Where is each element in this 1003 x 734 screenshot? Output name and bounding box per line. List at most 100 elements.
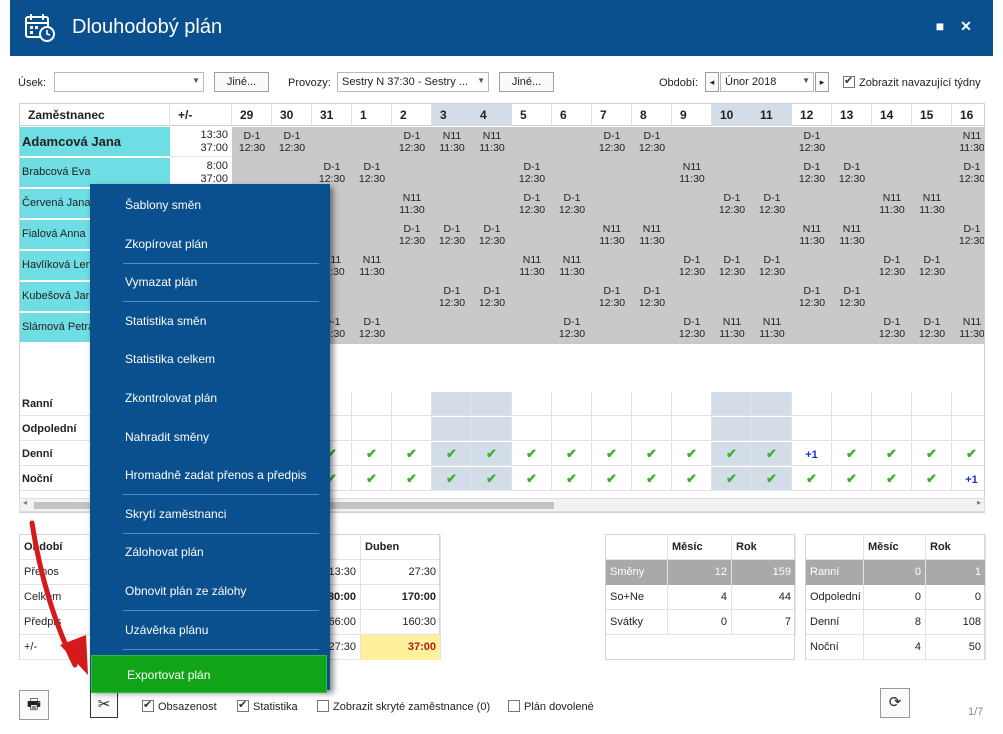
shift-cell[interactable]: D-1 12:30: [432, 223, 472, 247]
shift-cell[interactable]: N11 11:30: [432, 130, 472, 154]
day-header[interactable]: 5: [512, 104, 552, 126]
vacation-plan-checkbox[interactable]: Plán dovolené: [508, 700, 594, 713]
shift-cell[interactable]: N11 11:30: [792, 223, 832, 247]
shift-cell[interactable]: N11 11:30: [952, 316, 984, 340]
close-button[interactable]: ✕: [958, 18, 974, 34]
shift-cell[interactable]: D-1 12:30: [392, 130, 432, 154]
shift-cell[interactable]: D-1 12:30: [872, 254, 912, 278]
shift-cell[interactable]: D-1 12:30: [512, 192, 552, 216]
day-header[interactable]: 12: [792, 104, 832, 126]
shift-cell[interactable]: D-1 12:30: [712, 192, 752, 216]
shift-cell[interactable]: D-1 12:30: [632, 130, 672, 154]
day-header[interactable]: 14: [872, 104, 912, 126]
shift-cell[interactable]: N11 11:30: [712, 316, 752, 340]
shift-cell[interactable]: N11 11:30: [912, 192, 952, 216]
shift-cell[interactable]: D-1 12:30: [792, 161, 832, 185]
shift-cell[interactable]: N11 11:30: [352, 254, 392, 278]
shift-cell[interactable]: D-1 12:30: [632, 285, 672, 309]
shift-cell[interactable]: D-1 12:30: [352, 161, 392, 185]
shift-cell[interactable]: D-1 12:30: [552, 192, 592, 216]
menu-item[interactable]: Exportovat plán: [91, 655, 327, 694]
obdobi-select[interactable]: Únor 2018 ▼: [720, 72, 814, 92]
next-period-button[interactable]: ▸: [815, 72, 829, 92]
shift-cell[interactable]: N11 11:30: [472, 130, 512, 154]
shift-cell[interactable]: D-1 12:30: [832, 285, 872, 309]
column-employee[interactable]: Zaměstnanec: [20, 104, 170, 126]
arrow-right-icon[interactable]: ▸: [977, 498, 981, 507]
shift-cell[interactable]: N11 11:30: [552, 254, 592, 278]
hidden-employees-checkbox[interactable]: Zobrazit skryté zaměstnance (0): [317, 700, 490, 713]
shift-cell[interactable]: N11 11:30: [832, 223, 872, 247]
shift-cell[interactable]: D-1 12:30: [472, 223, 512, 247]
maximize-button[interactable]: ■: [932, 18, 948, 34]
day-header[interactable]: 13: [832, 104, 872, 126]
shift-cell[interactable]: D-1 12:30: [552, 316, 592, 340]
shift-cell[interactable]: D-1 12:30: [712, 254, 752, 278]
shift-cell[interactable]: D-1 12:30: [792, 285, 832, 309]
arrow-left-icon[interactable]: ◂: [23, 498, 27, 507]
shift-cell[interactable]: D-1 12:30: [672, 316, 712, 340]
shift-cell[interactable]: N11 11:30: [952, 130, 984, 154]
menu-item[interactable]: Statistika směn: [90, 302, 330, 340]
day-header[interactable]: 31: [312, 104, 352, 126]
shift-cell[interactable]: D-1 12:30: [872, 316, 912, 340]
menu-item[interactable]: Vymazat plán: [90, 263, 330, 301]
shift-cell[interactable]: D-1 12:30: [672, 254, 712, 278]
shift-cell[interactable]: D-1 12:30: [312, 161, 352, 185]
obsazenost-checkbox[interactable]: Obsazenost: [142, 698, 217, 713]
shift-cell[interactable]: D-1 12:30: [792, 130, 832, 154]
day-header[interactable]: 3: [432, 104, 472, 126]
shift-cell[interactable]: D-1 12:30: [952, 223, 984, 247]
menu-item[interactable]: Šablony směn: [90, 186, 330, 224]
shift-cell[interactable]: D-1 12:30: [352, 316, 392, 340]
day-header[interactable]: 6: [552, 104, 592, 126]
tools-button[interactable]: ✂: [90, 690, 118, 718]
day-header[interactable]: 8: [632, 104, 672, 126]
refresh-button[interactable]: ⟳: [880, 688, 910, 718]
shift-cell[interactable]: N11 11:30: [632, 223, 672, 247]
menu-item[interactable]: Zkontrolovat plán: [90, 379, 330, 417]
day-header[interactable]: 16: [952, 104, 984, 126]
shift-cell[interactable]: D-1 12:30: [952, 161, 984, 185]
provozy-other-button[interactable]: Jiné...: [499, 72, 554, 92]
show-weeks-checkbox[interactable]: Zobrazit navazující týdny: [843, 74, 981, 89]
shift-cell[interactable]: D-1 12:30: [272, 130, 312, 154]
day-header[interactable]: 4: [472, 104, 512, 126]
day-header[interactable]: 2: [392, 104, 432, 126]
shift-cell[interactable]: D-1 12:30: [912, 254, 952, 278]
provozy-select[interactable]: Sestry N 37:30 - Sestry ... ▼: [337, 72, 489, 92]
shift-cell[interactable]: D-1 12:30: [432, 285, 472, 309]
usek-other-button[interactable]: Jiné...: [214, 72, 269, 92]
shift-cell[interactable]: D-1 12:30: [592, 285, 632, 309]
day-header[interactable]: 11: [752, 104, 792, 126]
menu-item[interactable]: Nahradit směny: [90, 418, 330, 456]
shift-cell[interactable]: N11 11:30: [512, 254, 552, 278]
shift-cell[interactable]: D-1 12:30: [512, 161, 552, 185]
shift-cell[interactable]: D-1 12:30: [232, 130, 272, 154]
shift-cell[interactable]: D-1 12:30: [592, 130, 632, 154]
menu-item[interactable]: Obnovit plán ze zálohy: [90, 572, 330, 610]
shift-cell[interactable]: N11 11:30: [392, 192, 432, 216]
shift-cell[interactable]: N11 11:30: [592, 223, 632, 247]
menu-item[interactable]: Uzávěrka plánu: [90, 611, 330, 649]
menu-item[interactable]: Statistika celkem: [90, 340, 330, 378]
shift-cell[interactable]: N11 11:30: [752, 316, 792, 340]
day-header[interactable]: 1: [352, 104, 392, 126]
statistika-checkbox[interactable]: Statistika: [237, 698, 298, 713]
shift-cell[interactable]: D-1 12:30: [752, 192, 792, 216]
day-header[interactable]: 9: [672, 104, 712, 126]
column-plus-minus[interactable]: +/-: [170, 104, 232, 126]
shift-cell[interactable]: D-1 12:30: [392, 223, 432, 247]
menu-item[interactable]: Hromadně zadat přenos a předpis: [90, 456, 330, 494]
shift-cell[interactable]: D-1 12:30: [752, 254, 792, 278]
usek-select[interactable]: ▼: [54, 72, 204, 92]
menu-item[interactable]: Zálohovat plán: [90, 533, 330, 571]
shift-cell[interactable]: D-1 12:30: [832, 161, 872, 185]
shift-cell[interactable]: D-1 12:30: [912, 316, 952, 340]
day-header[interactable]: 10: [712, 104, 752, 126]
prev-period-button[interactable]: ◂: [705, 72, 719, 92]
shift-cell[interactable]: D-1 12:30: [472, 285, 512, 309]
shift-cell[interactable]: N11 11:30: [872, 192, 912, 216]
print-button[interactable]: 🖶: [19, 690, 49, 720]
day-header[interactable]: 29: [232, 104, 272, 126]
